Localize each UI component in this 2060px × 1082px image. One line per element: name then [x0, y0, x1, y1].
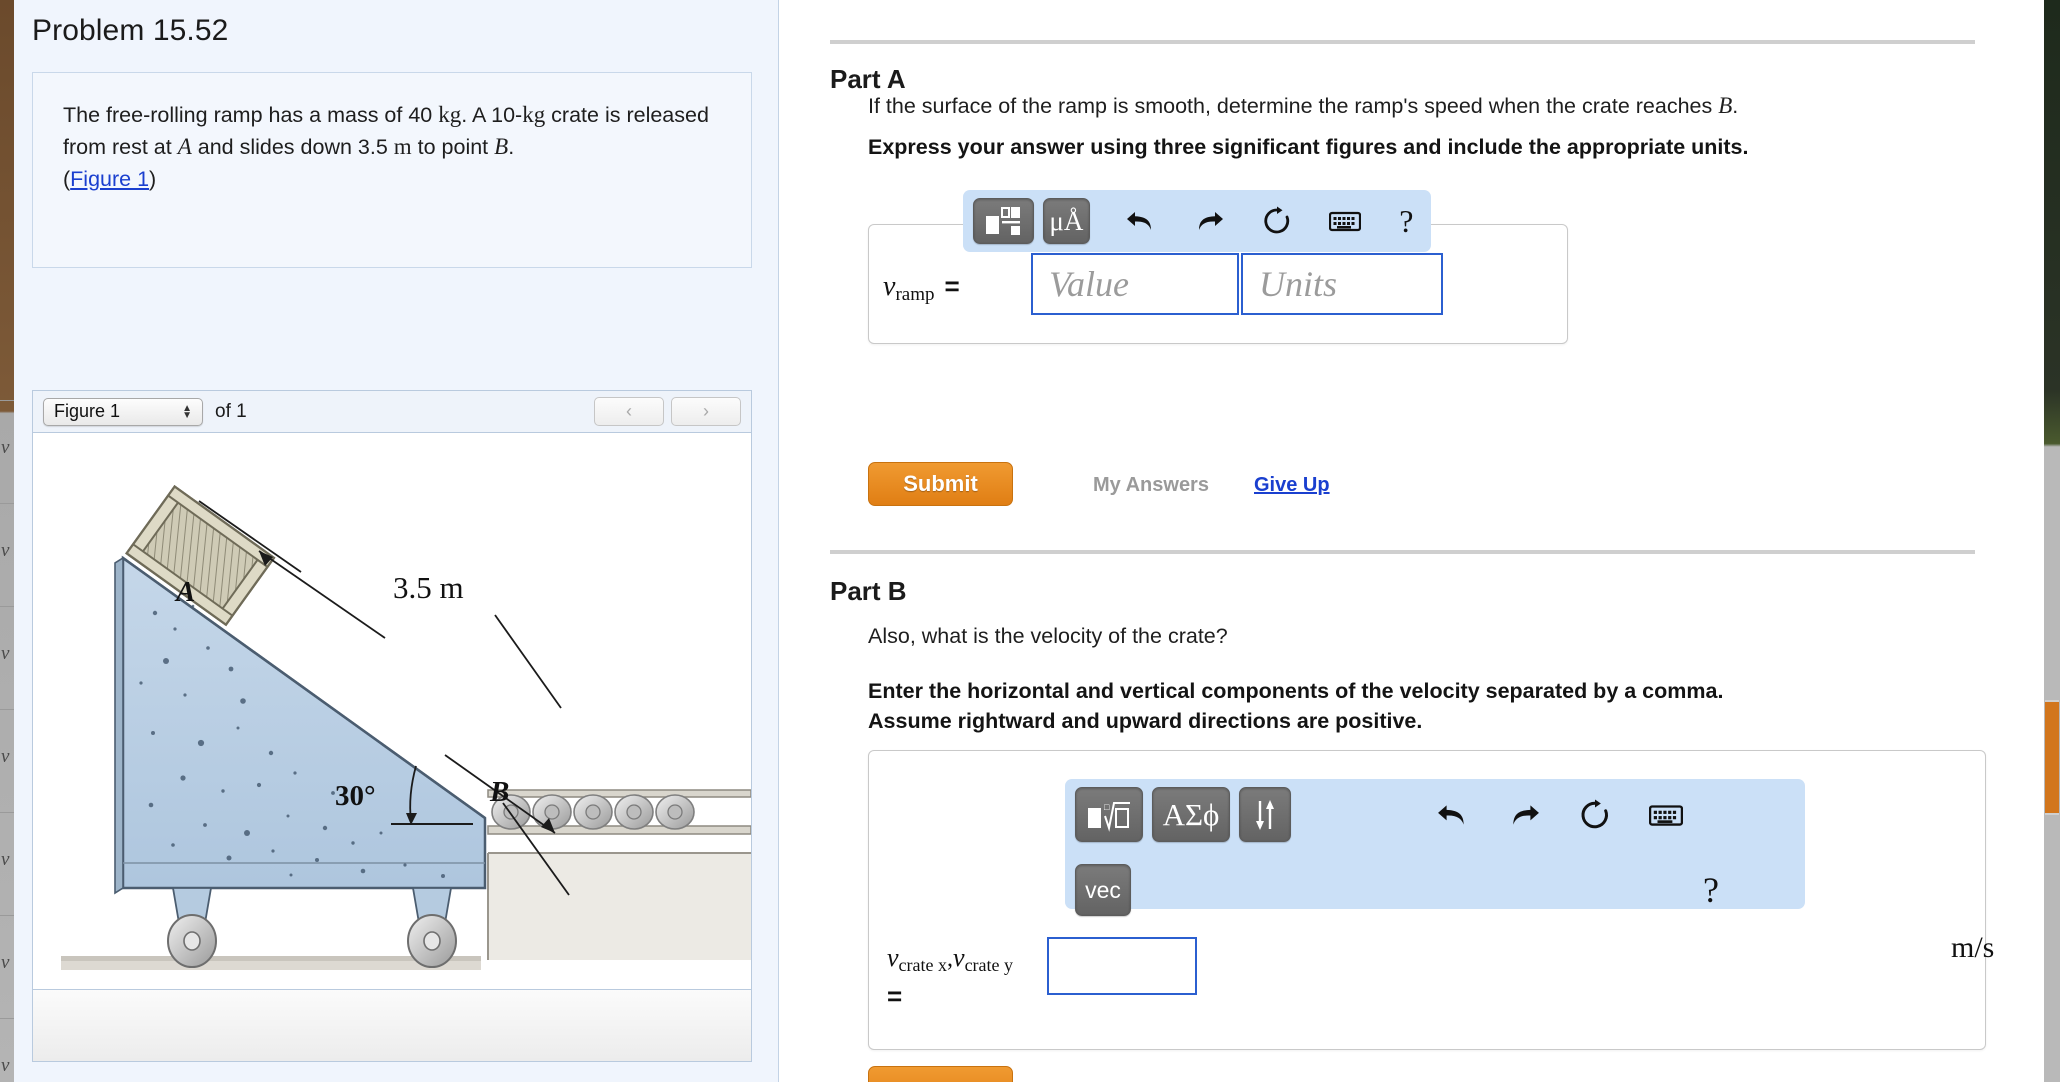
part-a-math-toolbar: μÅ ?	[963, 190, 1431, 252]
part-b-instruction-line1: Enter the horizontal and vertical compon…	[868, 679, 1724, 703]
part-a-question-var: B	[1718, 93, 1733, 118]
point-b-label: B	[489, 776, 509, 808]
redo-icon[interactable]	[1187, 198, 1230, 244]
stmt-seg-6: and slides down 3.5	[191, 135, 394, 159]
reset-icon[interactable]	[1255, 198, 1298, 244]
part-a-question-text: If the surface of the ramp is smooth, de…	[868, 94, 1719, 118]
keyboard-icon[interactable]	[1643, 787, 1689, 842]
background-window-sliver-left: v v v v v v v	[0, 0, 14, 1082]
updown-arrows-icon[interactable]	[1239, 787, 1291, 842]
part-b-unit-label: m/s	[1951, 931, 1995, 964]
figure-viewer: Figure 1 ▲ ▼ of 1 ‹ › 3.5 m 30° A B	[32, 390, 752, 1062]
var-v: v	[883, 271, 896, 302]
equals-sign: =	[887, 981, 903, 1011]
part-a-submit-button[interactable]: Submit	[868, 462, 1013, 506]
part-b-heading: Part B	[830, 576, 907, 606]
undo-icon[interactable]	[1430, 787, 1476, 842]
ramp-crate-diagram-svg: 3.5 m 30° A B	[61, 484, 751, 970]
part-b-variable-label: vcrate x, vcrate y =	[887, 943, 1057, 1020]
part-a-give-up-link[interactable]: Give Up	[1254, 474, 1330, 497]
part-b-math-toolbar: □ ΑΣϕ vec ?	[1065, 779, 1805, 916]
figure-count-label: of 1	[215, 400, 247, 422]
figure-select-value: Figure 1	[54, 401, 121, 421]
help-glyph: ?	[1399, 202, 1414, 239]
figure-nav: ‹ ›	[594, 397, 741, 426]
figure-toolbar: Figure 1 ▲ ▼ of 1 ‹ ›	[33, 391, 751, 433]
redo-icon[interactable]	[1501, 787, 1547, 842]
equals-sign: =	[944, 271, 960, 301]
page-title: Problem 15.52	[32, 14, 229, 47]
template-radical-icon[interactable]: □	[1075, 787, 1143, 842]
value-placeholder: Value	[1049, 264, 1129, 304]
svg-text:□: □	[1104, 802, 1110, 812]
point-a-label: A	[174, 576, 195, 608]
figure-select[interactable]: Figure 1 ▲ ▼	[43, 397, 203, 426]
stmt-point-a: A	[177, 134, 192, 159]
part-a-variable-label: vramp =	[883, 271, 960, 306]
vec-label: vec	[1085, 876, 1121, 903]
var-v-y: v	[953, 943, 965, 972]
reset-icon[interactable]	[1572, 787, 1618, 842]
figure-image: 3.5 m 30° A B	[33, 433, 751, 988]
part-a-my-answers-link[interactable]: My Answers	[1093, 474, 1209, 497]
units-mu-angstrom-icon[interactable]: μÅ	[1042, 198, 1090, 244]
part-b-value-input[interactable]	[1047, 937, 1197, 995]
mu-angstrom-label: μÅ	[1049, 205, 1084, 236]
var-v-x: v	[887, 943, 899, 972]
part-b-question: Also, what is the velocity of the crate?	[868, 624, 1228, 648]
var-sub-crate-y: crate y	[964, 955, 1014, 975]
stmt-unit-kg-1: kg	[438, 102, 462, 127]
figure-footer-bar	[33, 989, 751, 1061]
part-b-instruction-line2: Assume rightward and upward directions a…	[868, 709, 1423, 733]
part-a-value-input[interactable]: Value	[1031, 253, 1239, 315]
help-glyph: ?	[1703, 870, 1719, 910]
part-b-divider	[830, 550, 1975, 554]
stmt-unit-m: m	[393, 134, 412, 159]
scrollbar-thumb[interactable]	[2045, 700, 2059, 815]
figure-1-link[interactable]: Figure 1	[70, 167, 149, 191]
units-placeholder: Units	[1259, 264, 1338, 304]
figure-prev-button[interactable]: ‹	[594, 397, 664, 426]
figure-link-close: )	[149, 167, 157, 191]
window-scrollbar-right[interactable]	[2044, 0, 2060, 1082]
stmt-seg-8: to point	[411, 135, 495, 159]
part-a-question-tail: .	[1732, 94, 1739, 118]
conveyor-rollers	[491, 794, 695, 830]
svg-text:3.5 m: 3.5 m	[393, 570, 464, 605]
part-a-instruction: Express your answer using three signific…	[868, 135, 1749, 159]
help-icon[interactable]: ?	[1696, 864, 1726, 916]
var-sub-crate-x: crate x	[898, 955, 948, 975]
stmt-seg-0: The free-rolling ramp has a mass of 40	[63, 103, 439, 127]
undo-icon[interactable]	[1119, 198, 1162, 244]
greek-symbols-icon[interactable]: ΑΣϕ	[1152, 787, 1230, 842]
template-fraction-icon[interactable]	[973, 198, 1034, 244]
help-icon[interactable]: ?	[1392, 198, 1421, 244]
keyboard-icon[interactable]	[1323, 198, 1366, 244]
part-b-answer-card: □ ΑΣϕ vec ? vcrate x, vcrate y = m/s	[868, 750, 1994, 1050]
part-a-units-input[interactable]: Units	[1241, 253, 1443, 315]
stmt-unit-kg-2: kg	[522, 102, 546, 127]
app-root: v v v v v v v Problem 15.52 The free-rol…	[0, 0, 2060, 1082]
answer-panel: Part A If the surface of the ramp is smo…	[780, 0, 2044, 1082]
var-sub-ramp: ramp	[895, 284, 935, 305]
problem-statement-box: The free-rolling ramp has a mass of 40 k…	[32, 72, 752, 268]
part-b-submit-button[interactable]: Submit	[868, 1066, 1013, 1082]
figure-next-button[interactable]: ›	[671, 397, 741, 426]
stmt-point-b: B	[494, 134, 509, 159]
stepper-arrows-icon: ▲ ▼	[182, 402, 192, 421]
ramp-wheels	[167, 887, 457, 968]
part-a-answer-card: μÅ ? vramp = Value Units	[868, 190, 1568, 344]
problem-panel: Problem 15.52 The free-rolling ramp has …	[14, 0, 779, 1082]
problem-statement-text: The free-rolling ramp has a mass of 40 k…	[63, 99, 723, 195]
part-a-divider	[830, 40, 1975, 44]
greek-label: ΑΣϕ	[1162, 797, 1220, 832]
part-a-question: If the surface of the ramp is smooth, de…	[868, 91, 1968, 121]
angle-label: 30°	[335, 780, 376, 812]
stmt-seg-10: .	[508, 135, 515, 159]
stmt-seg-2: . A 10-	[461, 103, 523, 127]
vec-icon[interactable]: vec	[1075, 864, 1131, 916]
